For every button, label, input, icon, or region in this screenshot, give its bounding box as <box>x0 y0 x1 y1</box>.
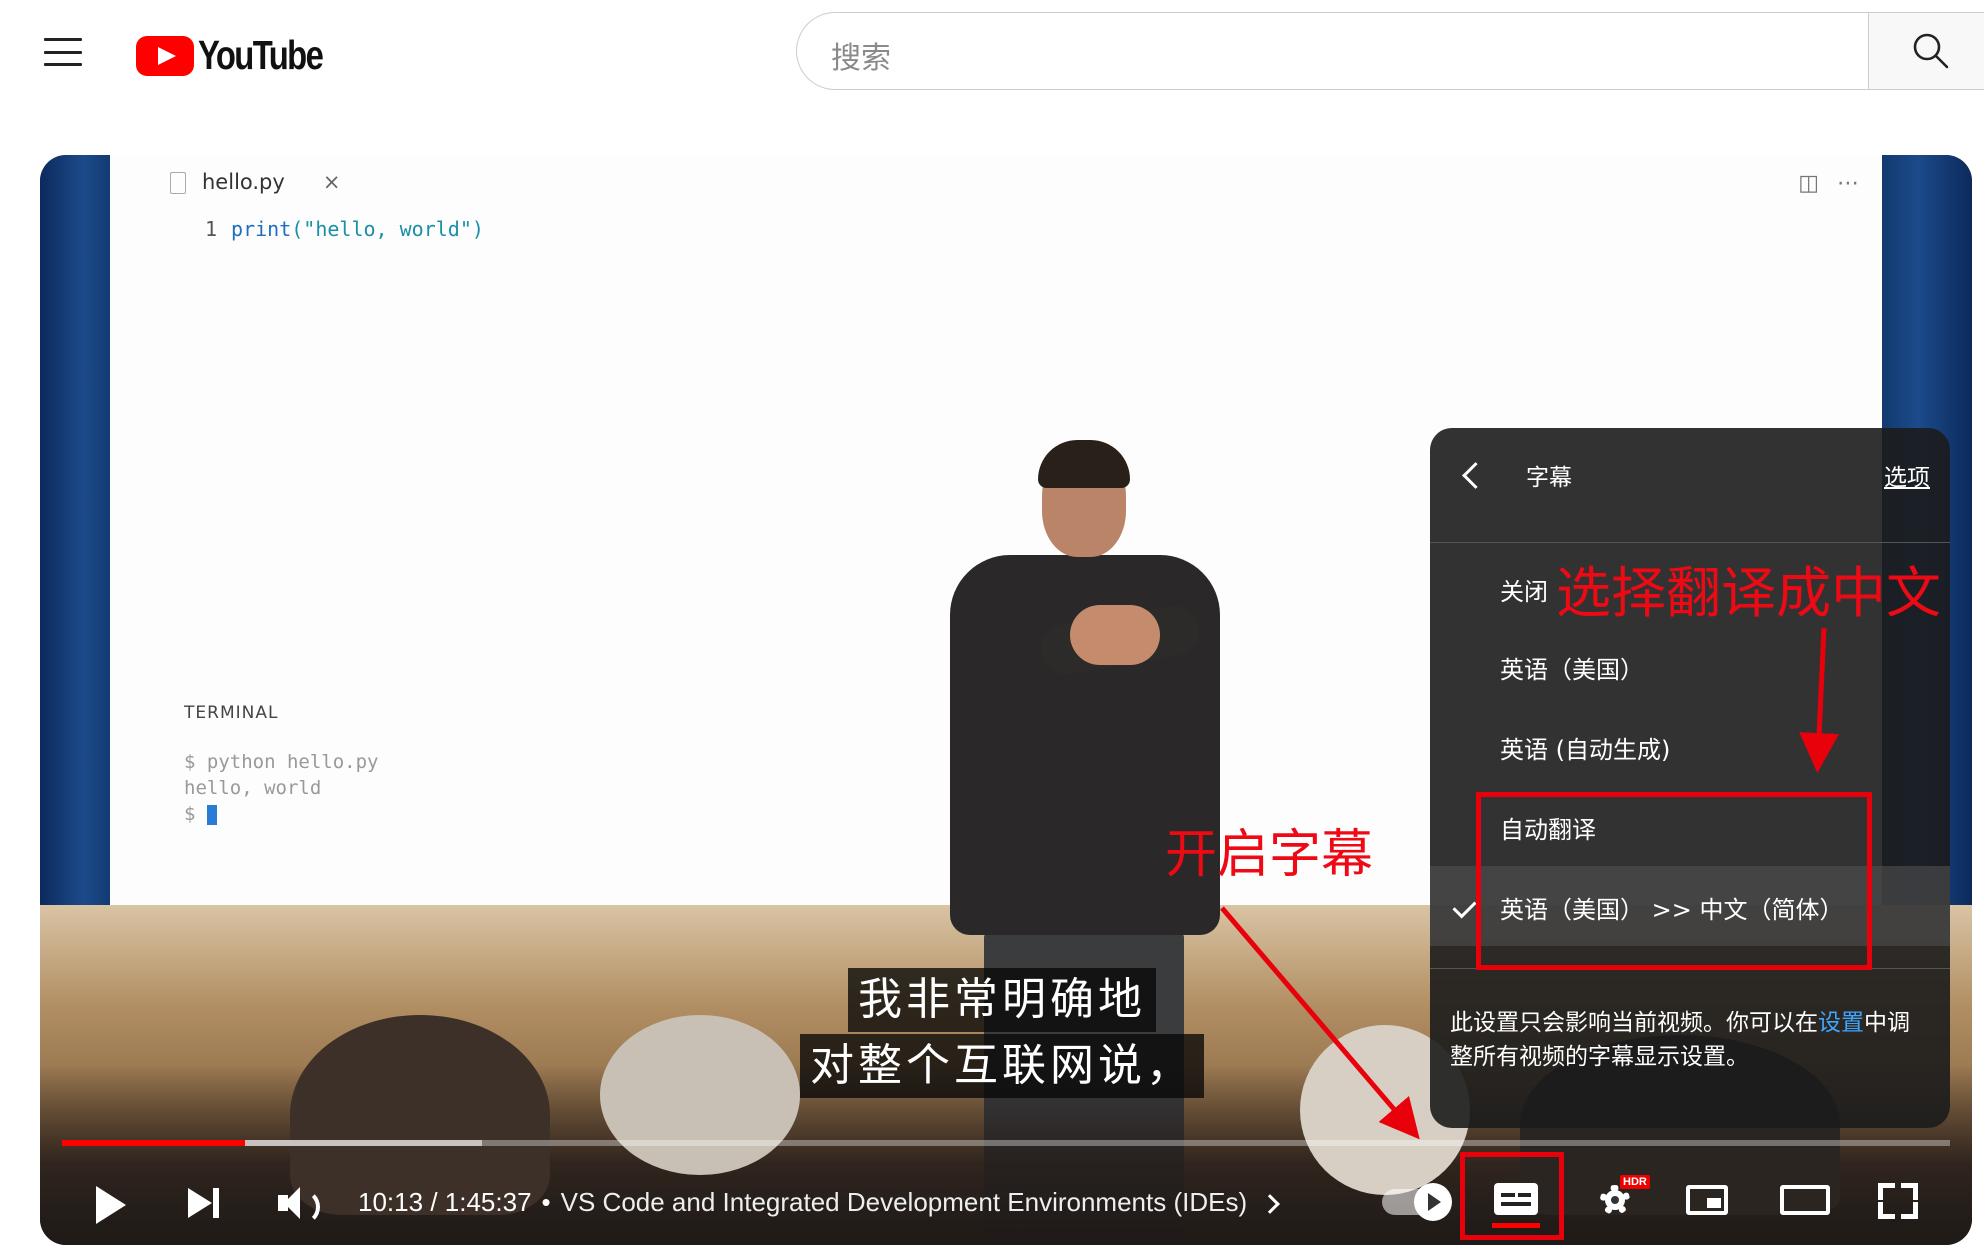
annotation-arrows <box>1220 627 1840 1140</box>
annotation-arrow-to-subtitles <box>1220 906 1420 1140</box>
annotation-arrow-to-translate <box>1799 627 1840 773</box>
